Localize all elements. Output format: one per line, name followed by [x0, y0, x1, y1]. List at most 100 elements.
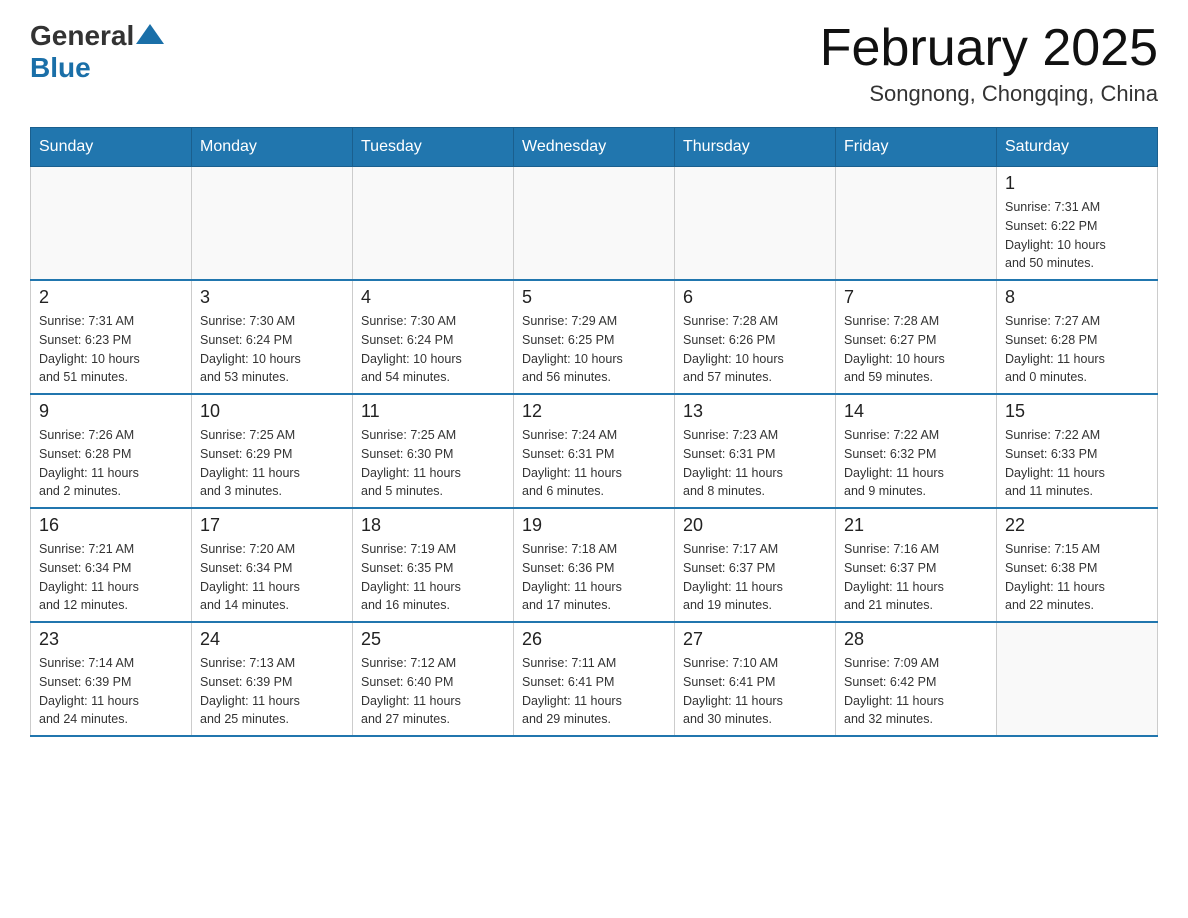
logo-general-text: General: [30, 20, 134, 52]
calendar-day-cell: 15 Sunrise: 7:22 AM Sunset: 6:33 PM Dayli…: [997, 394, 1158, 508]
day-number: 4: [361, 287, 505, 308]
day-info: Sunrise: 7:28 AM Sunset: 6:26 PM Dayligh…: [683, 312, 827, 387]
calendar-day-cell: 9 Sunrise: 7:26 AM Sunset: 6:28 PM Daylig…: [31, 394, 192, 508]
calendar-day-cell: 4 Sunrise: 7:30 AM Sunset: 6:24 PM Daylig…: [353, 280, 514, 394]
calendar-day-cell: 3 Sunrise: 7:30 AM Sunset: 6:24 PM Daylig…: [192, 280, 353, 394]
day-info: Sunrise: 7:23 AM Sunset: 6:31 PM Dayligh…: [683, 426, 827, 501]
day-info: Sunrise: 7:18 AM Sunset: 6:36 PM Dayligh…: [522, 540, 666, 615]
calendar-day-cell: 5 Sunrise: 7:29 AM Sunset: 6:25 PM Daylig…: [514, 280, 675, 394]
calendar-day-cell: 6Sunrise: 7:28 AM Sunset: 6:26 PM Daylig…: [675, 280, 836, 394]
logo-blue-text: Blue: [30, 52, 91, 83]
day-info: Sunrise: 7:22 AM Sunset: 6:33 PM Dayligh…: [1005, 426, 1149, 501]
day-number: 11: [361, 401, 505, 422]
calendar-day-cell: 24 Sunrise: 7:13 AM Sunset: 6:39 PM Dayli…: [192, 622, 353, 736]
subtitle: Songnong, Chongqing, China: [820, 81, 1158, 107]
day-number: 3: [200, 287, 344, 308]
calendar-day-cell: [997, 622, 1158, 736]
calendar-day-cell: 16 Sunrise: 7:21 AM Sunset: 6:34 PM Dayli…: [31, 508, 192, 622]
calendar-header-cell: Saturday: [997, 128, 1158, 167]
calendar-day-cell: 20 Sunrise: 7:17 AM Sunset: 6:37 PM Dayli…: [675, 508, 836, 622]
day-number: 17: [200, 515, 344, 536]
day-number: 21: [844, 515, 988, 536]
day-number: 14: [844, 401, 988, 422]
day-number: 15: [1005, 401, 1149, 422]
day-info: Sunrise: 7:28 AM Sunset: 6:27 PM Dayligh…: [844, 312, 988, 387]
day-number: 10: [200, 401, 344, 422]
day-info: Sunrise: 7:20 AM Sunset: 6:34 PM Dayligh…: [200, 540, 344, 615]
calendar-week-row: 23 Sunrise: 7:14 AM Sunset: 6:39 PM Dayli…: [31, 622, 1158, 736]
day-info: Sunrise: 7:30 AM Sunset: 6:24 PM Dayligh…: [200, 312, 344, 387]
day-number: 28: [844, 629, 988, 650]
calendar-header-cell: Wednesday: [514, 128, 675, 167]
logo: General Blue: [30, 20, 166, 84]
day-info: Sunrise: 7:10 AM Sunset: 6:41 PM Dayligh…: [683, 654, 827, 729]
day-info: Sunrise: 7:09 AM Sunset: 6:42 PM Dayligh…: [844, 654, 988, 729]
logo-triangle-icon: [136, 24, 164, 44]
calendar-header: SundayMondayTuesdayWednesdayThursdayFrid…: [31, 128, 1158, 167]
calendar-day-cell: 8 Sunrise: 7:27 AM Sunset: 6:28 PM Daylig…: [997, 280, 1158, 394]
calendar-day-cell: 21 Sunrise: 7:16 AM Sunset: 6:37 PM Dayli…: [836, 508, 997, 622]
calendar-header-row: SundayMondayTuesdayWednesdayThursdayFrid…: [31, 128, 1158, 167]
day-info: Sunrise: 7:30 AM Sunset: 6:24 PM Dayligh…: [361, 312, 505, 387]
calendar-table: SundayMondayTuesdayWednesdayThursdayFrid…: [30, 127, 1158, 737]
calendar-day-cell: [353, 167, 514, 281]
day-number: 7: [844, 287, 988, 308]
day-info: Sunrise: 7:22 AM Sunset: 6:32 PM Dayligh…: [844, 426, 988, 501]
calendar-week-row: 16 Sunrise: 7:21 AM Sunset: 6:34 PM Dayli…: [31, 508, 1158, 622]
calendar-day-cell: 26 Sunrise: 7:11 AM Sunset: 6:41 PM Dayli…: [514, 622, 675, 736]
calendar-day-cell: 27 Sunrise: 7:10 AM Sunset: 6:41 PM Dayli…: [675, 622, 836, 736]
calendar-day-cell: [514, 167, 675, 281]
calendar-day-cell: 25Sunrise: 7:12 AM Sunset: 6:40 PM Dayli…: [353, 622, 514, 736]
day-info: Sunrise: 7:17 AM Sunset: 6:37 PM Dayligh…: [683, 540, 827, 615]
calendar-body: 1 Sunrise: 7:31 AM Sunset: 6:22 PM Daylig…: [31, 167, 1158, 737]
day-info: Sunrise: 7:25 AM Sunset: 6:30 PM Dayligh…: [361, 426, 505, 501]
calendar-day-cell: 1 Sunrise: 7:31 AM Sunset: 6:22 PM Daylig…: [997, 167, 1158, 281]
calendar-day-cell: [31, 167, 192, 281]
day-number: 2: [39, 287, 183, 308]
day-number: 27: [683, 629, 827, 650]
day-info: Sunrise: 7:25 AM Sunset: 6:29 PM Dayligh…: [200, 426, 344, 501]
day-info: Sunrise: 7:29 AM Sunset: 6:25 PM Dayligh…: [522, 312, 666, 387]
calendar-day-cell: 2Sunrise: 7:31 AM Sunset: 6:23 PM Daylig…: [31, 280, 192, 394]
main-title: February 2025: [820, 20, 1158, 77]
day-number: 24: [200, 629, 344, 650]
day-info: Sunrise: 7:24 AM Sunset: 6:31 PM Dayligh…: [522, 426, 666, 501]
calendar-day-cell: 18Sunrise: 7:19 AM Sunset: 6:35 PM Dayli…: [353, 508, 514, 622]
day-info: Sunrise: 7:27 AM Sunset: 6:28 PM Dayligh…: [1005, 312, 1149, 387]
calendar-header-cell: Monday: [192, 128, 353, 167]
day-info: Sunrise: 7:26 AM Sunset: 6:28 PM Dayligh…: [39, 426, 183, 501]
page-header: General Blue February 2025 Songnong, Cho…: [30, 20, 1158, 107]
day-number: 23: [39, 629, 183, 650]
calendar-header-cell: Tuesday: [353, 128, 514, 167]
calendar-header-cell: Friday: [836, 128, 997, 167]
calendar-day-cell: 13 Sunrise: 7:23 AM Sunset: 6:31 PM Dayli…: [675, 394, 836, 508]
day-number: 5: [522, 287, 666, 308]
day-info: Sunrise: 7:16 AM Sunset: 6:37 PM Dayligh…: [844, 540, 988, 615]
day-info: Sunrise: 7:11 AM Sunset: 6:41 PM Dayligh…: [522, 654, 666, 729]
day-number: 1: [1005, 173, 1149, 194]
day-info: Sunrise: 7:13 AM Sunset: 6:39 PM Dayligh…: [200, 654, 344, 729]
title-block: February 2025 Songnong, Chongqing, China: [820, 20, 1158, 107]
day-number: 20: [683, 515, 827, 536]
day-info: Sunrise: 7:31 AM Sunset: 6:22 PM Dayligh…: [1005, 198, 1149, 273]
calendar-header-cell: Thursday: [675, 128, 836, 167]
day-number: 19: [522, 515, 666, 536]
calendar-day-cell: 7 Sunrise: 7:28 AM Sunset: 6:27 PM Daylig…: [836, 280, 997, 394]
calendar-day-cell: 17 Sunrise: 7:20 AM Sunset: 6:34 PM Dayli…: [192, 508, 353, 622]
day-number: 8: [1005, 287, 1149, 308]
day-info: Sunrise: 7:21 AM Sunset: 6:34 PM Dayligh…: [39, 540, 183, 615]
calendar-day-cell: 23 Sunrise: 7:14 AM Sunset: 6:39 PM Dayli…: [31, 622, 192, 736]
day-info: Sunrise: 7:12 AM Sunset: 6:40 PM Dayligh…: [361, 654, 505, 729]
day-number: 9: [39, 401, 183, 422]
day-info: Sunrise: 7:14 AM Sunset: 6:39 PM Dayligh…: [39, 654, 183, 729]
calendar-week-row: 2Sunrise: 7:31 AM Sunset: 6:23 PM Daylig…: [31, 280, 1158, 394]
day-number: 16: [39, 515, 183, 536]
day-number: 13: [683, 401, 827, 422]
calendar-day-cell: 10 Sunrise: 7:25 AM Sunset: 6:29 PM Dayli…: [192, 394, 353, 508]
calendar-day-cell: 11 Sunrise: 7:25 AM Sunset: 6:30 PM Dayli…: [353, 394, 514, 508]
day-number: 22: [1005, 515, 1149, 536]
calendar-week-row: 1 Sunrise: 7:31 AM Sunset: 6:22 PM Daylig…: [31, 167, 1158, 281]
calendar-day-cell: [675, 167, 836, 281]
day-number: 26: [522, 629, 666, 650]
calendar-day-cell: [836, 167, 997, 281]
